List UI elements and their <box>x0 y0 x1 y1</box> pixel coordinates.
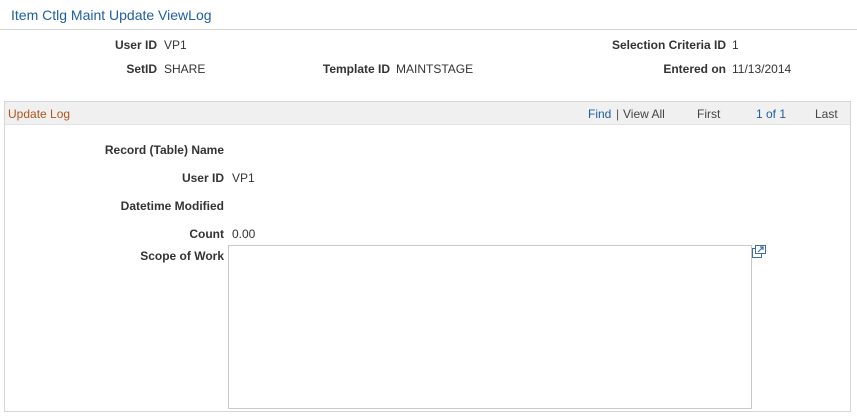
view-all-link[interactable]: View All <box>623 107 665 121</box>
setid-label: SetID <box>126 62 157 76</box>
count-value: 0.00 <box>232 227 256 241</box>
template-id-value: MAINTSTAGE <box>396 62 474 76</box>
count-label: Count <box>189 227 224 241</box>
log-user-id-value: VP1 <box>232 171 255 185</box>
page-indicator: 1 of 1 <box>756 107 787 121</box>
template-id-label: Template ID <box>322 62 390 76</box>
setid-value: SHARE <box>164 62 206 76</box>
record-name-label: Record (Table) Name <box>104 143 224 157</box>
selection-criteria-label: Selection Criteria ID <box>611 38 726 52</box>
scope-of-work-textarea[interactable] <box>228 245 752 409</box>
datetime-modified-label: Datetime Modified <box>120 199 224 213</box>
last-link[interactable]: Last <box>815 107 838 121</box>
expand-icon[interactable] <box>752 245 766 258</box>
selection-criteria-value: 1 <box>732 38 739 52</box>
page-title: Item Ctlg Maint Update ViewLog <box>11 7 212 23</box>
first-link[interactable]: First <box>697 107 720 121</box>
update-log-header: Update Log Find | View All First 1 of 1 … <box>5 102 850 125</box>
nav-separator: | <box>616 107 620 121</box>
scope-of-work-label: Scope of Work <box>140 249 224 263</box>
update-log-section: Update Log Find | View All First 1 of 1 … <box>4 101 851 412</box>
user-id-value: VP1 <box>164 38 187 52</box>
entered-on-label: Entered on <box>663 62 726 76</box>
user-id-label: User ID <box>114 38 157 52</box>
title-divider <box>0 29 857 30</box>
update-log-title: Update Log <box>8 107 71 121</box>
find-link[interactable]: Find <box>588 107 611 121</box>
log-user-id-label: User ID <box>181 171 224 185</box>
entered-on-value: 11/13/2014 <box>732 62 792 76</box>
